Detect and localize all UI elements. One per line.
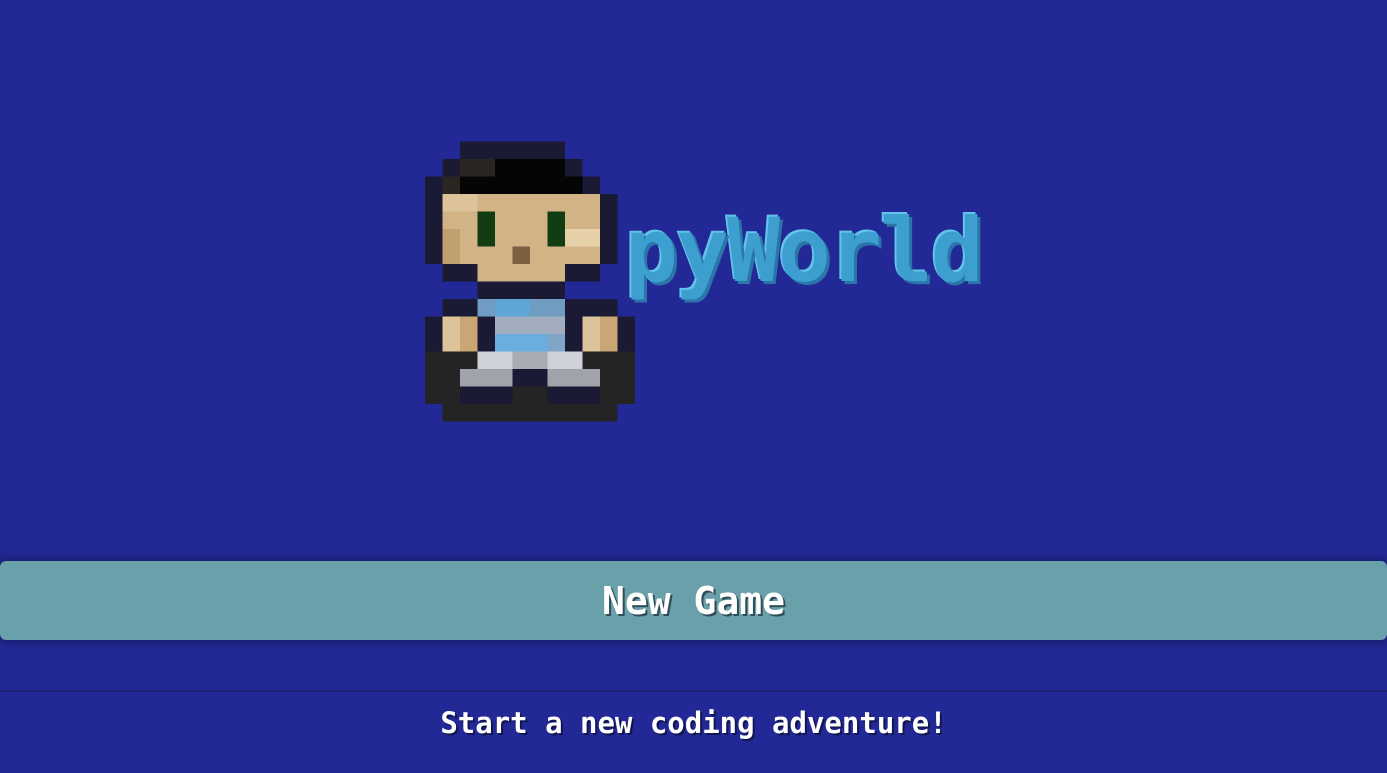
divider: [0, 690, 1387, 692]
pixel-character-icon: [425, 141, 635, 422]
title-screen: pyWorld New Game Start a new coding adve…: [0, 0, 1387, 773]
new-game-button[interactable]: New Game: [0, 561, 1387, 640]
game-title: pyWorld: [625, 199, 984, 302]
game-logo: pyWorld: [425, 141, 985, 422]
new-game-description: Start a new coding adventure!: [440, 706, 947, 740]
